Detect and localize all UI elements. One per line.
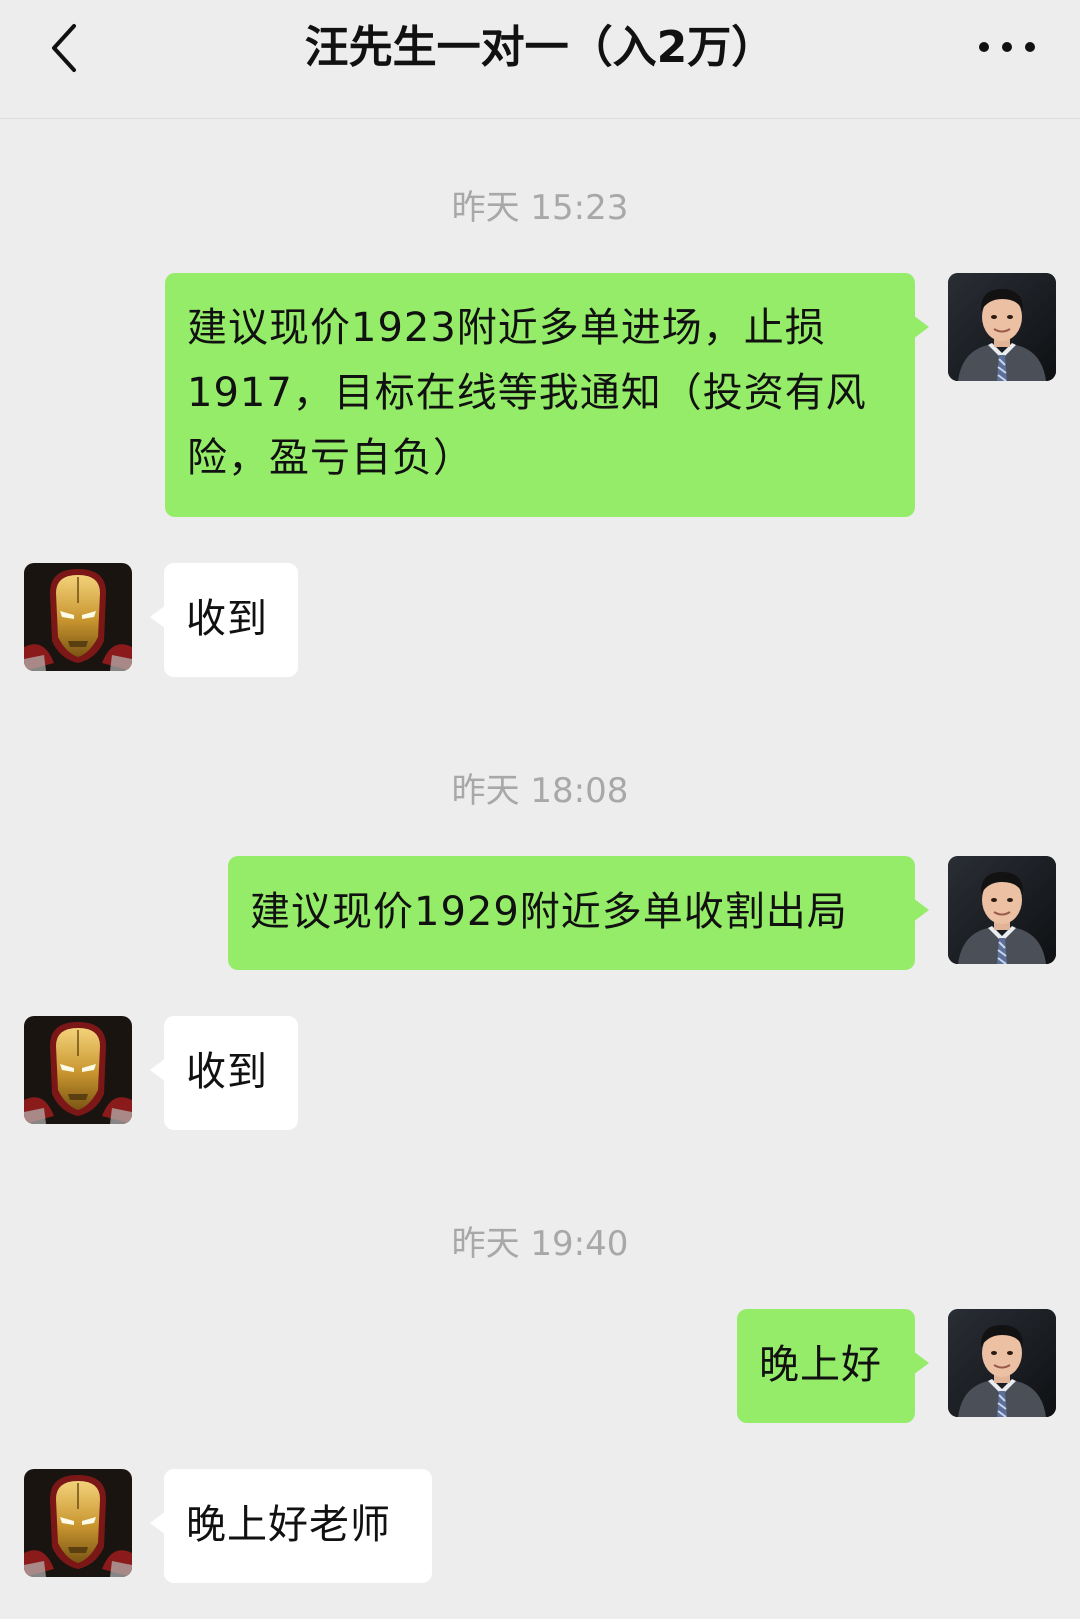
man-in-suit-avatar[interactable] [948, 856, 1056, 964]
iron-man-avatar[interactable] [24, 563, 132, 671]
message-text: 晚上好 [759, 1342, 882, 1388]
more-options-button[interactable] [972, 22, 1042, 72]
message-text: 建议现价1923附近多单进场，止损1917，目标在线等我通知（投资有风险，盈亏自… [187, 305, 867, 481]
incoming-message-bubble[interactable]: 晚上好老师 [150, 1469, 432, 1583]
man-in-suit-avatar[interactable] [948, 273, 1056, 381]
message-text: 收到 [186, 1049, 268, 1095]
outgoing-message-bubble[interactable]: 建议现价1923附近多单进场，止损1917，目标在线等我通知（投资有风险，盈亏自… [165, 273, 929, 517]
message-timestamp: 昨天 15:23 [451, 188, 629, 228]
message-text: 建议现价1929附近多单收割出局 [250, 889, 848, 935]
incoming-message-bubble[interactable]: 收到 [150, 563, 298, 677]
message-text: 收到 [186, 596, 268, 642]
back-button[interactable] [38, 18, 98, 78]
chat-header: 汪先生一对一（入2万） [0, 0, 1080, 119]
message-text: 晚上好老师 [186, 1502, 391, 1548]
iron-man-avatar[interactable] [24, 1469, 132, 1577]
chat-title: 汪先生一对一（入2万） [304, 22, 776, 73]
incoming-message-bubble[interactable]: 收到 [150, 1016, 298, 1130]
iron-man-avatar[interactable] [24, 1016, 132, 1124]
outgoing-message-bubble[interactable]: 建议现价1929附近多单收割出局 [228, 856, 929, 970]
chevron-left-icon [52, 24, 76, 72]
message-timestamp: 昨天 19:40 [451, 1224, 629, 1264]
message-timestamp: 昨天 18:08 [451, 771, 629, 811]
man-in-suit-avatar[interactable] [948, 1309, 1056, 1417]
more-dots-icon [979, 42, 1035, 52]
outgoing-message-bubble[interactable]: 晚上好 [737, 1309, 929, 1423]
